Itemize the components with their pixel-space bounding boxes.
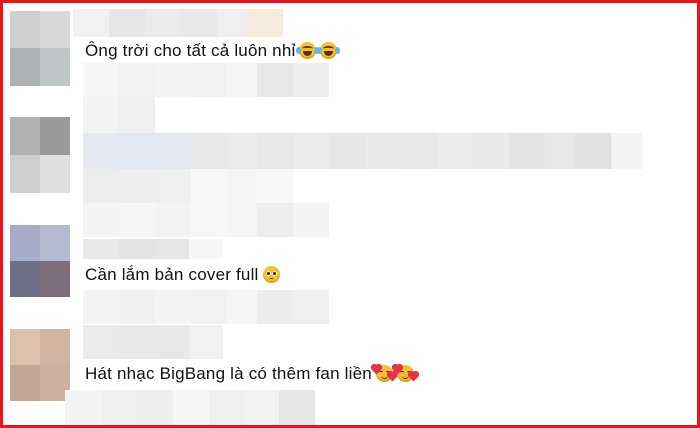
screenshot-frame: Ông trời cho tất cả luôn nhỉ Cần lắm bản…	[0, 0, 700, 428]
pleading-face-icon	[262, 266, 280, 283]
avatar[interactable]	[10, 329, 70, 401]
comment-label: Hát nhạc BigBang là có thêm fan liền	[85, 364, 372, 383]
comment-text: Hát nhạc BigBang là có thêm fan liền	[85, 364, 419, 384]
comment-label: Cần lắm bản cover full	[85, 265, 259, 284]
smiling-face-with-hearts-icon	[392, 364, 419, 382]
avatar[interactable]	[10, 225, 70, 297]
smiling-face-with-hearts-icon	[371, 364, 398, 382]
face-with-tears-of-joy-icon	[296, 42, 320, 59]
avatar[interactable]	[10, 11, 70, 86]
comment-text: Cần lắm bản cover full	[85, 265, 280, 285]
comment-text: Ông trời cho tất cả luôn nhỉ	[85, 41, 341, 61]
face-with-tears-of-joy-icon	[317, 42, 341, 59]
comment-label: Ông trời cho tất cả luôn nhỉ	[85, 41, 296, 60]
avatar[interactable]	[10, 117, 70, 193]
